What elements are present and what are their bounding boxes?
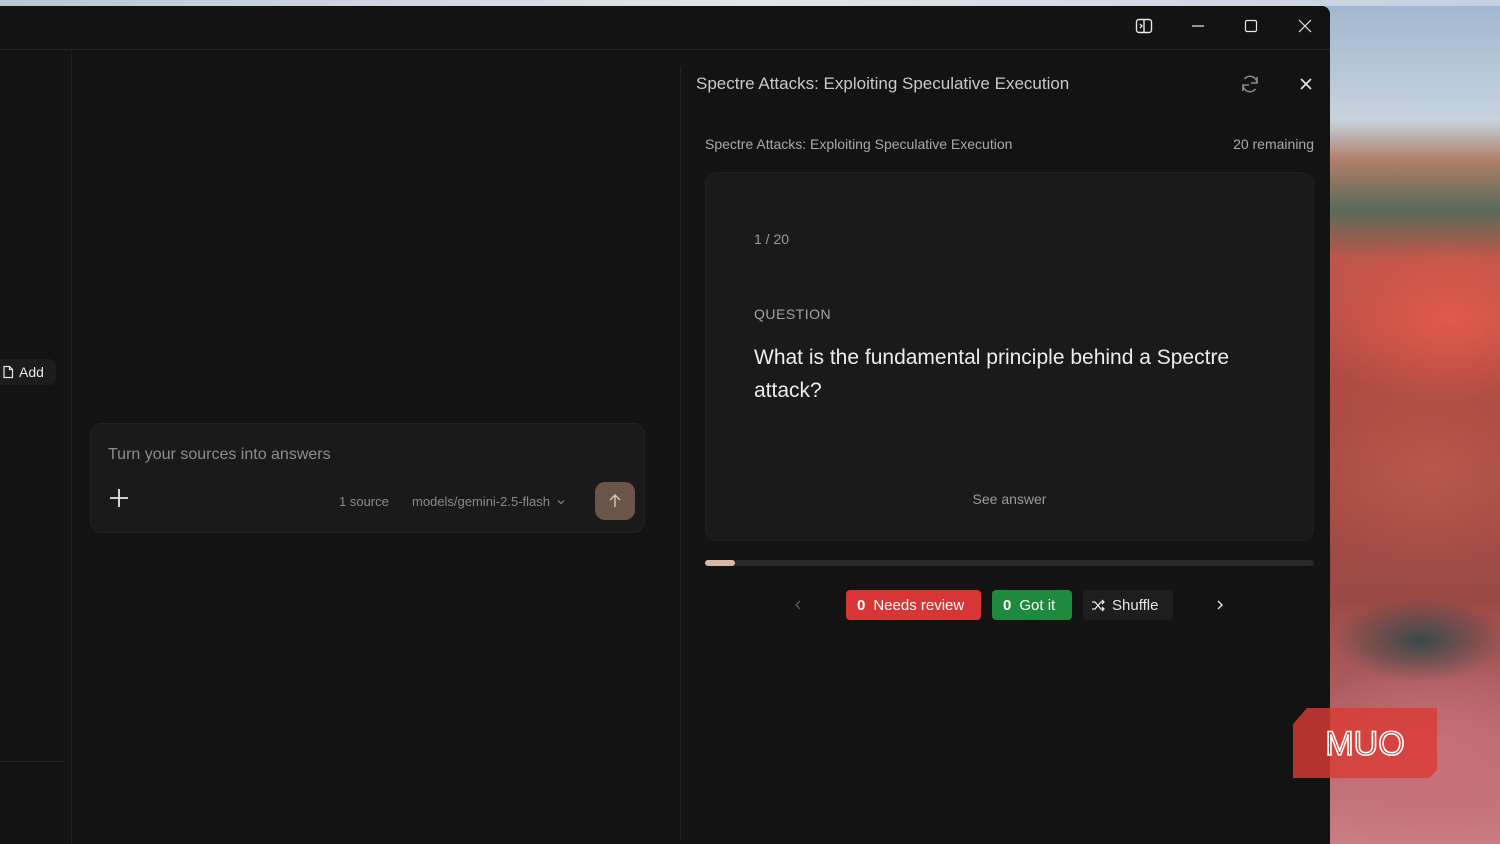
app-window: Add Turn your sources into answers 1 sou… <box>0 6 1330 844</box>
chevron-left-icon <box>795 600 801 610</box>
chat-panel: Turn your sources into answers 1 source … <box>72 50 680 844</box>
muo-watermark: MUO <box>1293 708 1437 778</box>
chat-input[interactable]: Turn your sources into answers <box>108 446 331 464</box>
close-icon <box>1300 78 1312 90</box>
flashcard[interactable]: 1 / 20 QUESTION What is the fundamental … <box>705 172 1314 541</box>
remaining-count: 20 remaining <box>1233 136 1314 152</box>
model-name: models/gemini-2.5-flash <box>412 494 551 509</box>
card-counter: 1 / 20 <box>754 231 790 247</box>
chevron-down-icon <box>557 499 565 504</box>
close-panel-button[interactable] <box>1294 72 1318 96</box>
model-selector[interactable]: models/gemini-2.5-flash <box>412 494 566 509</box>
got-it-button[interactable]: 0 Got it <box>992 590 1072 620</box>
progress-fill <box>705 560 736 566</box>
deck-name: Spectre Attacks: Exploiting Speculative … <box>705 136 1013 152</box>
got-it-label: Got it <box>1019 596 1056 614</box>
chevron-right-icon <box>1217 600 1223 610</box>
refresh-icon <box>1242 75 1258 93</box>
previous-card-button[interactable] <box>787 594 809 616</box>
needs-review-button[interactable]: 0 Needs review <box>846 590 981 620</box>
shuffle-label: Shuffle <box>1112 596 1159 614</box>
progress-bar <box>705 560 1314 566</box>
shuffle-button[interactable]: Shuffle <box>1083 590 1173 620</box>
close-window-button[interactable] <box>1285 14 1325 38</box>
minimize-button[interactable] <box>1178 14 1218 38</box>
title-bar <box>0 6 1330 50</box>
question-label: QUESTION <box>754 306 832 322</box>
source-count[interactable]: 1 source <box>339 494 389 509</box>
close-icon <box>1298 19 1312 33</box>
muo-logo: MUO <box>1293 708 1437 778</box>
sidebar-divider <box>0 761 64 762</box>
attach-button[interactable] <box>105 486 133 514</box>
see-answer-button[interactable]: See answer <box>706 491 1313 507</box>
plus-icon <box>110 489 128 507</box>
add-source-button[interactable]: Add <box>0 359 56 385</box>
add-document-icon <box>3 365 14 379</box>
next-card-button[interactable] <box>1209 594 1231 616</box>
flashcards-panel: Spectre Attacks: Exploiting Speculative … <box>681 50 1330 844</box>
arrow-up-icon <box>609 494 621 507</box>
shuffle-icon <box>1092 599 1105 611</box>
sources-sidebar: Add <box>0 50 72 844</box>
refresh-button[interactable] <box>1238 72 1262 96</box>
minimize-icon <box>1192 25 1204 27</box>
maximize-icon <box>1244 19 1258 33</box>
add-source-label: Add <box>19 364 44 380</box>
maximize-button[interactable] <box>1231 14 1271 38</box>
panel-title: Spectre Attacks: Exploiting Speculative … <box>696 74 1070 93</box>
needs-review-label: Needs review <box>873 596 965 614</box>
card-controls: 0 Needs review 0 Got it Shuffle <box>681 588 1330 622</box>
snap-layout-button[interactable] <box>1124 14 1164 38</box>
got-it-count: 0 <box>1003 596 1012 614</box>
chat-composer[interactable]: Turn your sources into answers 1 source … <box>90 423 645 533</box>
question-text: What is the fundamental principle behind… <box>754 346 1230 402</box>
needs-review-count: 0 <box>857 596 866 614</box>
snap-layout-icon <box>1135 18 1153 34</box>
watermark-text: MUO <box>1325 725 1404 763</box>
send-button[interactable] <box>595 482 635 520</box>
